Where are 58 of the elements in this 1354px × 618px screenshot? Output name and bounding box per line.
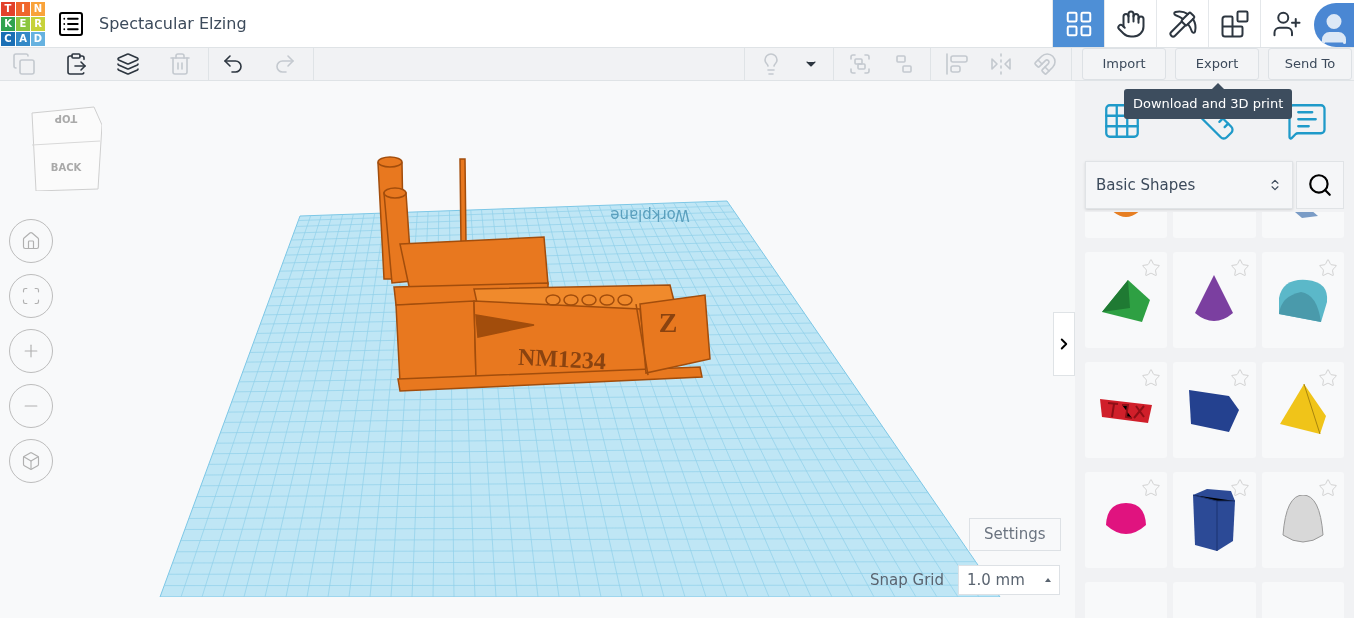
toolbar-button[interactable]: Import bbox=[1082, 48, 1166, 80]
star-icon bbox=[1318, 258, 1338, 278]
paraboloid-icon bbox=[1281, 495, 1324, 545]
star-icon bbox=[1318, 368, 1338, 388]
bricks-icon bbox=[1219, 8, 1250, 39]
snap-grid-select[interactable]: 1.0 mm bbox=[958, 565, 1060, 595]
star-icon bbox=[1229, 368, 1250, 388]
home-icon[interactable] bbox=[9, 219, 53, 263]
model-engraved-text: NM1234 bbox=[517, 343, 607, 375]
logo-letter: D bbox=[31, 31, 45, 46]
search-icon[interactable] bbox=[1296, 161, 1344, 209]
star-icon bbox=[1141, 258, 1162, 278]
toolbar-button[interactable]: Send To bbox=[1268, 48, 1352, 80]
hand-icon bbox=[1115, 8, 1146, 39]
model-letter: Z bbox=[658, 307, 678, 338]
logo-letter: E bbox=[16, 16, 30, 31]
star-icon bbox=[1141, 478, 1162, 498]
star-icon bbox=[1229, 258, 1250, 278]
logo-letter: R bbox=[31, 16, 45, 31]
avatar[interactable] bbox=[1314, 3, 1354, 47]
menu-list-icon[interactable] bbox=[59, 11, 83, 36]
shape-card[interactable] bbox=[1173, 472, 1256, 568]
logo-letter: N bbox=[31, 1, 45, 16]
project-title[interactable]: Spectacular Elzing bbox=[99, 11, 247, 36]
pickaxe-icon bbox=[1167, 8, 1198, 39]
view-icon[interactable] bbox=[9, 439, 53, 483]
zoom-out-icon[interactable] bbox=[9, 384, 53, 428]
shape-card[interactable] bbox=[1173, 252, 1256, 348]
caret-icon bbox=[1045, 578, 1051, 582]
logo-letter: K bbox=[1, 16, 15, 31]
roof-icon bbox=[1100, 278, 1153, 322]
tooltip: Download and 3D print bbox=[1124, 89, 1293, 119]
toolbar-button[interactable]: Export bbox=[1175, 48, 1259, 80]
logo-letter: I bbox=[16, 1, 30, 16]
pyramid-icon bbox=[1277, 384, 1328, 436]
shape-card[interactable] bbox=[1085, 362, 1168, 458]
workplane-label: Workplane bbox=[610, 206, 690, 224]
snap-grid-label: Snap Grid bbox=[870, 569, 944, 591]
settings-button[interactable]: Settings bbox=[969, 518, 1061, 551]
shape-card[interactable] bbox=[1085, 472, 1168, 568]
box-icon bbox=[1187, 388, 1242, 432]
panel-toggle[interactable] bbox=[1053, 312, 1075, 376]
tooltip-arrow-icon bbox=[1212, 83, 1224, 89]
star-icon bbox=[1141, 368, 1162, 388]
half-cylinder-icon bbox=[1276, 278, 1329, 322]
shape-library-select[interactable]: Basic Shapes bbox=[1085, 161, 1293, 209]
logo-letter: C bbox=[1, 31, 15, 46]
shape-card[interactable] bbox=[1173, 362, 1256, 458]
fit-icon[interactable] bbox=[9, 274, 53, 318]
hexagonal-prism-icon bbox=[1191, 489, 1238, 551]
star-icon bbox=[1318, 478, 1338, 498]
zoom-in-icon[interactable] bbox=[9, 329, 53, 373]
shape-card[interactable] bbox=[1085, 252, 1168, 348]
logo[interactable]: T I N K E R C A D bbox=[1, 1, 45, 46]
logo-letter: T bbox=[1, 1, 15, 16]
hemisphere-icon bbox=[1105, 503, 1148, 537]
logo-letter: A bbox=[16, 31, 30, 46]
star-icon bbox=[1229, 478, 1250, 498]
